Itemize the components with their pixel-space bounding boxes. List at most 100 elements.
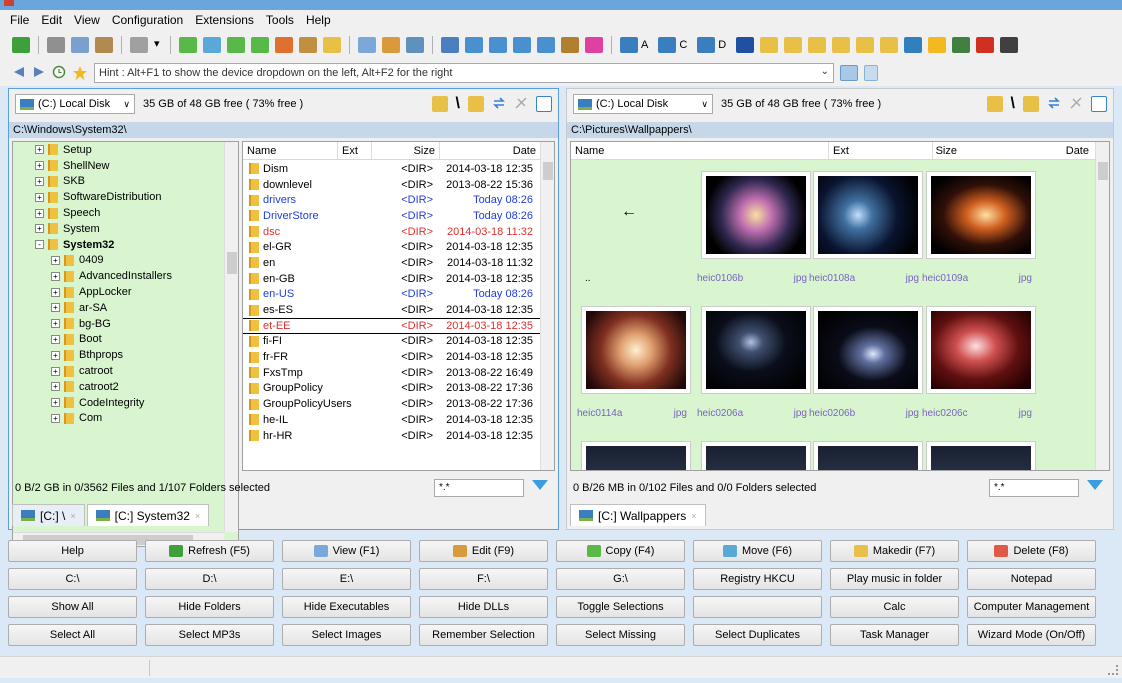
tree-item[interactable]: + AppLocker — [13, 284, 224, 300]
image-thumbnail[interactable] — [691, 431, 821, 470]
image-thumbnail[interactable]: heic0206c jpg — [916, 296, 1046, 441]
drive-a-icon[interactable] — [620, 37, 638, 53]
tree-item[interactable]: +0409 — [13, 253, 224, 269]
star-icon[interactable] — [928, 37, 947, 53]
file-row[interactable]: he-IL <DIR> 2014-03-18 12:35 — [243, 412, 540, 428]
expand-icon[interactable]: + — [51, 366, 60, 376]
hint-address-input[interactable]: Hint : Alt+F1 to show the device dropdow… — [94, 63, 834, 83]
tree-item[interactable]: + catroot — [13, 363, 224, 379]
expand-icon[interactable]: + — [51, 413, 60, 423]
menu-item[interactable]: File — [10, 13, 29, 27]
right-drive-select[interactable]: (C:) Local Disk ∨ — [573, 94, 713, 114]
up-folder-icon[interactable] — [468, 96, 484, 112]
compare-files-icon[interactable] — [441, 37, 459, 53]
view-mode-icon[interactable] — [536, 96, 552, 112]
custom-button[interactable]: Registry HKCU — [693, 568, 822, 590]
compare-icon[interactable] — [514, 96, 528, 112]
custom-button[interactable]: Copy (F4) — [556, 540, 685, 562]
favorites-star-icon[interactable] — [72, 65, 88, 81]
close-icon[interactable]: × — [70, 511, 75, 521]
custom-button[interactable]: Show All — [8, 596, 137, 618]
custom-button[interactable]: Hide Executables — [282, 596, 411, 618]
left-drive-select[interactable]: (C:) Local Disk ∨ — [15, 94, 135, 114]
view-mode-icon[interactable] — [1091, 96, 1107, 112]
chevron-down-icon[interactable]: ∨ — [701, 99, 708, 110]
expand-icon[interactable]: + — [35, 192, 44, 202]
custom-button[interactable]: Computer Management — [967, 596, 1096, 618]
network-icon[interactable] — [904, 37, 923, 53]
file-row[interactable]: fi-FI <DIR> 2014-03-18 12:35 — [243, 334, 540, 350]
copy-icon[interactable] — [71, 37, 89, 53]
custom-button[interactable]: Select All — [8, 624, 137, 646]
sync-icon[interactable] — [492, 96, 506, 112]
custom-button[interactable]: Notepad — [967, 568, 1096, 590]
tree-item[interactable]: + bg-BG — [13, 316, 224, 332]
tree-item[interactable]: - System32 — [13, 237, 224, 253]
tree-item[interactable]: + Bthprops — [13, 347, 224, 363]
column-date[interactable]: Date — [961, 142, 1093, 159]
custom-button[interactable]: F:\ — [419, 568, 548, 590]
search-files-icon[interactable] — [406, 37, 424, 53]
image-thumbnail[interactable] — [571, 431, 701, 470]
expand-icon[interactable]: + — [51, 334, 60, 344]
refresh-icon[interactable] — [12, 37, 30, 53]
custom-button[interactable]: Hide DLLs — [419, 596, 548, 618]
tree-item[interactable]: + System — [13, 221, 224, 237]
menu-item[interactable]: Configuration — [112, 13, 183, 27]
file-row[interactable]: et-EE <DIR> 2014-03-18 12:35 — [243, 317, 540, 334]
panel-tab[interactable]: [C:] Wallpappers × — [570, 504, 706, 526]
right-filter-input[interactable]: *.* — [989, 479, 1079, 497]
column-size[interactable]: Size — [933, 142, 961, 159]
panel-tab[interactable]: [C:] \ × — [12, 504, 85, 526]
chevron-down-icon[interactable]: ⌄ — [821, 66, 829, 77]
scroll-thumb[interactable] — [1098, 162, 1108, 180]
file-row[interactable]: el-GR <DIR> 2014-03-18 12:35 — [243, 239, 540, 255]
chevron-down-icon[interactable]: ∨ — [123, 99, 130, 110]
tree-item[interactable]: + Setup — [13, 142, 224, 158]
resize-grip-icon[interactable] — [1108, 665, 1118, 675]
custom-button[interactable]: Toggle Selections — [556, 596, 685, 618]
folder-icon[interactable] — [760, 37, 779, 53]
file-row[interactable]: FxsTmp <DIR> 2013-08-22 16:49 — [243, 365, 540, 381]
file-row[interactable]: downlevel <DIR> 2013-08-22 15:36 — [243, 177, 540, 193]
expand-icon[interactable]: + — [51, 303, 60, 313]
custom-button[interactable]: Remember Selection — [419, 624, 548, 646]
folder-icon[interactable] — [856, 37, 875, 53]
menu-item[interactable]: Extensions — [195, 13, 254, 27]
image-thumbnail[interactable] — [916, 431, 1046, 470]
folder-icon[interactable] — [808, 37, 827, 53]
expand-icon[interactable]: + — [35, 161, 44, 171]
custom-button[interactable]: Select Missing — [556, 624, 685, 646]
dropdown-icon[interactable]: ▾ — [154, 37, 162, 53]
phone-icon[interactable] — [1000, 37, 1019, 53]
file-row[interactable]: hr-HR <DIR> 2014-03-18 12:35 — [243, 428, 540, 444]
left-filter-input[interactable]: *.* — [434, 479, 524, 497]
back-icon[interactable] — [12, 65, 26, 81]
root-icon[interactable]: \ — [456, 95, 460, 113]
custom-button[interactable]: Makedir (F7) — [830, 540, 959, 562]
custom-button[interactable]: D:\ — [145, 568, 274, 590]
tree-item[interactable]: + ShellNew — [13, 158, 224, 174]
expand-icon[interactable]: + — [51, 271, 60, 281]
tree-item[interactable]: + ar-SA — [13, 300, 224, 316]
column-ext[interactable]: Ext — [338, 142, 372, 159]
file-row[interactable]: DriverStore <DIR> Today 08:26 — [243, 208, 540, 224]
custom-button[interactable]: View (F1) — [282, 540, 411, 562]
expand-icon[interactable]: + — [51, 382, 60, 392]
column-date[interactable]: Date — [440, 142, 540, 159]
scroll-thumb[interactable] — [227, 252, 237, 274]
custom-button[interactable]: Calc — [830, 596, 959, 618]
image-thumbnail[interactable] — [803, 431, 933, 470]
custom-button[interactable]: Refresh (F5) — [145, 540, 274, 562]
file-row[interactable]: en-GB <DIR> 2014-03-18 12:35 — [243, 271, 540, 287]
custom-button[interactable]: Task Manager — [830, 624, 959, 646]
custom-button[interactable]: E:\ — [282, 568, 411, 590]
expand-icon[interactable]: + — [51, 255, 60, 265]
move-file-icon[interactable] — [203, 37, 221, 53]
copy-file-icon[interactable] — [179, 37, 197, 53]
collapse-icon[interactable]: - — [35, 240, 44, 250]
tile-view-icon[interactable] — [537, 37, 555, 53]
pencil-icon[interactable] — [561, 37, 579, 53]
paste-icon[interactable] — [95, 37, 113, 53]
edit-file-icon[interactable] — [382, 37, 400, 53]
